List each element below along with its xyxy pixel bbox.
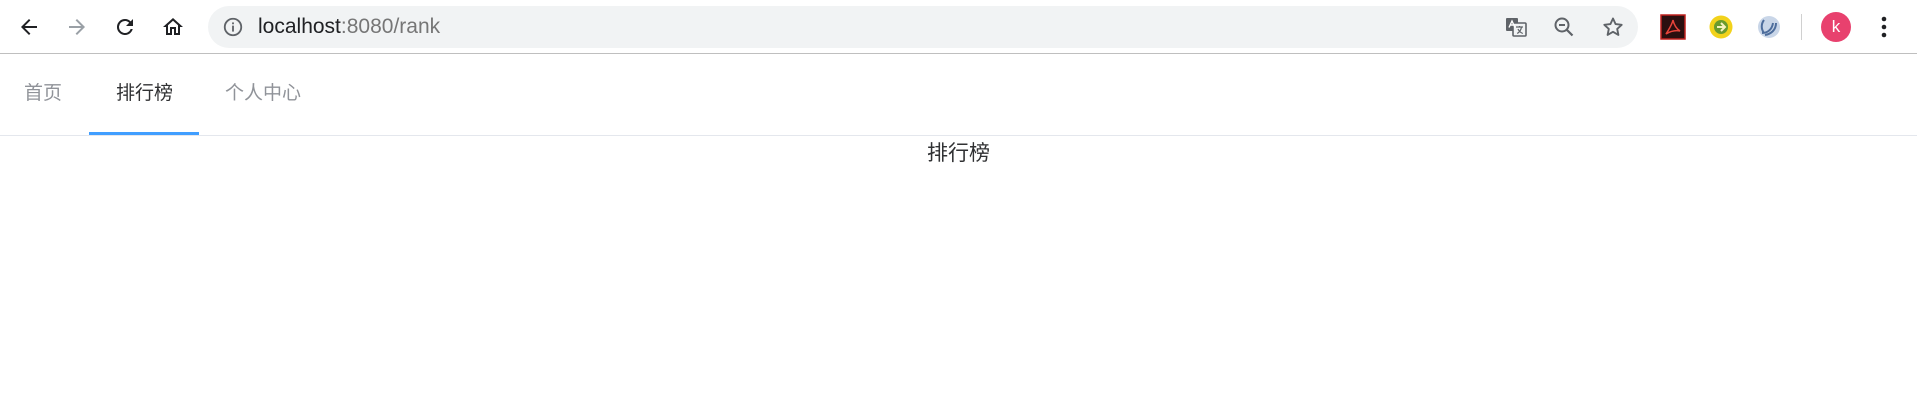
url-host: localhost [258,15,341,38]
url-text[interactable]: localhost:8080/rank [258,6,440,48]
more-vert-icon[interactable] [1870,13,1898,41]
arrow-left-icon [21,19,37,35]
info-icon[interactable] [222,16,244,38]
swirl-extension-icon[interactable] [1756,14,1782,40]
home-icon [163,18,183,35]
toolbar-divider [1801,14,1802,40]
tab-home[interactable]: 首页 [24,55,62,136]
circle-extension-icon[interactable] [1708,14,1734,40]
avatar-letter: k [1831,17,1841,36]
url-path: :8080/rank [340,15,441,38]
reload-icon [116,18,133,35]
zoom-out-icon [1554,17,1574,37]
tab-bar: 首页 排行榜 个人中心 [0,55,1917,136]
arrow-right-icon [69,19,85,35]
translate-icon [1506,18,1527,37]
zoom-button[interactable] [1549,12,1579,42]
profile-avatar[interactable]: k [1821,12,1851,42]
pdf-extension-icon[interactable] [1660,14,1686,40]
active-tab-indicator [89,132,199,135]
tab-rank[interactable]: 排行榜 [116,55,173,136]
bookmark-button[interactable] [1598,12,1628,42]
star-icon [1603,17,1623,36]
tab-profile[interactable]: 个人中心 [225,55,301,136]
back-button[interactable] [11,9,47,45]
home-button[interactable] [155,9,191,45]
address-bar[interactable]: localhost:8080/rank [208,6,1638,48]
forward-button[interactable] [59,9,95,45]
reload-button[interactable] [107,9,143,45]
browser-toolbar: localhost:8080/rank k [0,0,1917,54]
page-title: 排行榜 [927,141,990,165]
translate-button[interactable] [1501,12,1531,42]
